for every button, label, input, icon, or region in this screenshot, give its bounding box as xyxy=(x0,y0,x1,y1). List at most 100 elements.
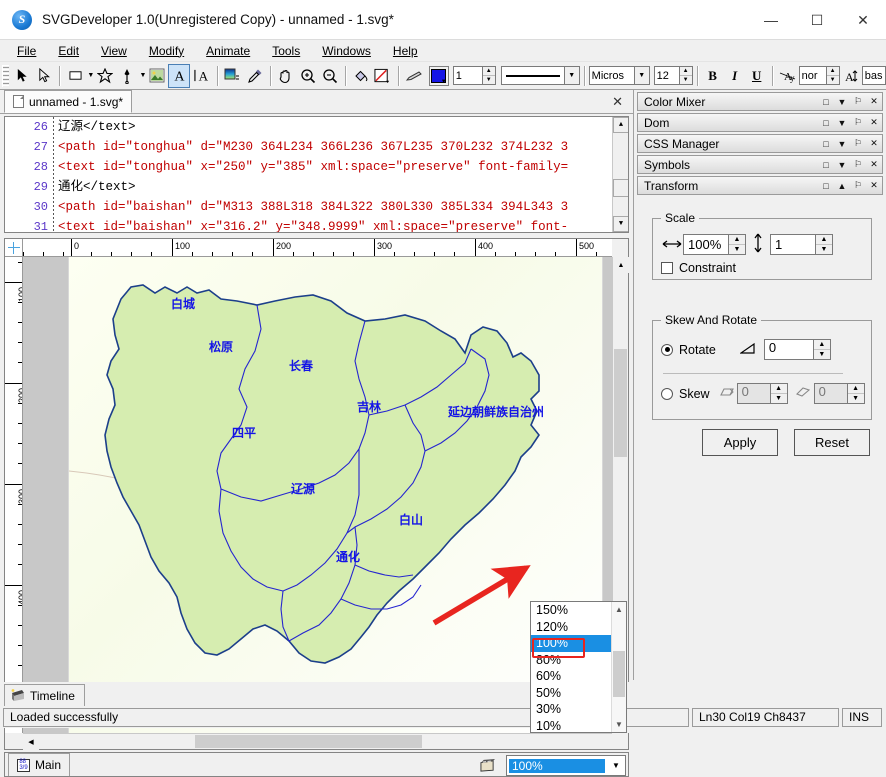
menu-tools[interactable]: Tools xyxy=(261,42,311,60)
zoom-option-60[interactable]: 60% xyxy=(531,668,611,685)
underline-button[interactable]: U xyxy=(747,65,767,87)
zoom-dropdown-scroll-thumb[interactable] xyxy=(613,651,625,697)
eyedropper-icon[interactable] xyxy=(244,65,264,87)
code-editor[interactable]: 26 27 28 29 30 31 32 辽源</text> <path id=… xyxy=(4,116,629,233)
zoom-level-chevron-down-icon[interactable]: ▼ xyxy=(607,756,625,775)
panel-header-color-mixer[interactable]: Color Mixer □ ▼ ⚐ ✕ xyxy=(637,92,883,111)
scale-x-input[interactable]: 100% xyxy=(683,234,729,255)
line-style-combo[interactable]: ▼ xyxy=(501,66,580,85)
star-tool-icon[interactable] xyxy=(95,65,115,87)
baseline-input[interactable]: bas xyxy=(862,66,886,85)
main-scene-tab[interactable]: 883/9 Main xyxy=(8,753,70,776)
svg-page[interactable]: 白城 松原 长春 四平 吉林 延边朝鲜族自治州 辽源 白山 通化 xyxy=(69,257,602,733)
skew-radio[interactable] xyxy=(661,388,673,400)
panel-pin-icon[interactable]: ⚐ xyxy=(850,94,866,109)
panel-maximize-icon[interactable]: □ xyxy=(818,157,834,172)
panel-close-icon[interactable]: ✕ xyxy=(866,157,882,172)
panel-collapse-chevron-icon[interactable]: ▼ xyxy=(834,94,850,109)
pen-tool-icon[interactable] xyxy=(117,65,137,87)
zoom-in-icon[interactable] xyxy=(297,65,317,87)
menu-file[interactable]: File xyxy=(6,42,47,60)
zoom-dropdown-list[interactable]: 150% 120% 100% 80% 60% 50% 30% 10% ▲ ▼ xyxy=(530,601,627,733)
document-tab[interactable]: unnamed - 1.svg* xyxy=(4,90,132,113)
zoom-option-150[interactable]: 150% xyxy=(531,602,611,619)
panel-close-icon[interactable]: ✕ xyxy=(866,115,882,130)
pen-tool-chevron-down-icon[interactable]: ▼ xyxy=(139,72,146,79)
code-scroll-down-icon[interactable]: ▼ xyxy=(613,216,629,232)
zoom-option-10[interactable]: 10% xyxy=(531,718,611,735)
fill-color-swatch[interactable]: ▼ xyxy=(429,66,449,86)
scene-editor-icon[interactable] xyxy=(474,756,500,774)
zoom-option-50[interactable]: 50% xyxy=(531,685,611,702)
panel-close-icon[interactable]: ✕ xyxy=(866,136,882,151)
rotate-radio[interactable] xyxy=(661,344,673,356)
menu-animate[interactable]: Animate xyxy=(195,42,261,60)
menu-edit[interactable]: Edit xyxy=(47,42,90,60)
zoom-option-120[interactable]: 120% xyxy=(531,619,611,636)
panel-maximize-icon[interactable]: □ xyxy=(818,136,834,151)
code-scroll-thumb[interactable] xyxy=(613,179,629,197)
minimize-button[interactable]: — xyxy=(748,0,794,40)
svg-canvas[interactable]: 白城 松原 长春 四平 吉林 延边朝鲜族自治州 辽源 白山 通化 xyxy=(23,257,612,733)
zoom-dropdown-scroll-up-icon[interactable]: ▲ xyxy=(612,602,626,617)
panel-header-symbols[interactable]: Symbols □ ▼ ⚐ ✕ xyxy=(637,155,883,174)
panel-maximize-icon[interactable]: □ xyxy=(818,115,834,130)
document-tab-close-icon[interactable]: ✕ xyxy=(612,94,623,110)
canvas-vertical-scroll-thumb[interactable] xyxy=(614,349,627,457)
panel-collapse-chevron-icon[interactable]: ▼ xyxy=(834,136,850,151)
ruler-origin-icon[interactable] xyxy=(5,239,23,257)
code-lines[interactable]: 辽源</text> <path id="tonghua" d="M230 364… xyxy=(58,117,610,232)
font-family-combo[interactable]: Micros ▼ xyxy=(589,66,650,85)
zoom-dropdown-scrollbar[interactable]: ▲ ▼ xyxy=(611,602,626,732)
no-fill-icon[interactable] xyxy=(373,65,393,87)
select-arrow-icon[interactable] xyxy=(12,65,32,87)
font-size-input[interactable]: 12 xyxy=(654,66,680,85)
text-tool-icon[interactable]: A xyxy=(169,65,189,87)
stroke-width-stepper[interactable]: ▲▼ xyxy=(483,66,496,85)
bold-button[interactable]: B xyxy=(703,65,723,87)
zoom-level-combobox[interactable]: 100% ▼ xyxy=(506,755,626,776)
constraint-checkbox[interactable] xyxy=(661,262,673,274)
jilin-map-svg[interactable] xyxy=(69,257,602,733)
panel-maximize-icon[interactable]: □ xyxy=(818,94,834,109)
zoom-option-30[interactable]: 30% xyxy=(531,701,611,718)
panel-pin-icon[interactable]: ⚐ xyxy=(850,115,866,130)
image-tool-icon[interactable] xyxy=(147,65,167,87)
panel-maximize-icon[interactable]: □ xyxy=(818,178,834,193)
pencil-icon[interactable] xyxy=(403,65,423,87)
reset-button[interactable]: Reset xyxy=(794,429,870,456)
panel-collapse-chevron-icon[interactable]: ▲ xyxy=(834,178,850,193)
canvas-scroll-left-icon[interactable]: ◀ xyxy=(23,734,39,750)
zoom-out-icon[interactable] xyxy=(320,65,340,87)
panel-pin-icon[interactable]: ⚐ xyxy=(850,178,866,193)
canvas-horizontal-scroll-thumb[interactable] xyxy=(195,735,422,748)
menu-windows[interactable]: Windows xyxy=(311,42,382,60)
rotate-stepper[interactable]: ▲▼ xyxy=(814,339,831,360)
toolbar-grip[interactable] xyxy=(2,65,9,87)
canvas-horizontal-scrollbar[interactable]: ◀ xyxy=(23,733,612,749)
maximize-button[interactable]: ☐ xyxy=(794,0,840,40)
font-family-chevron-down-icon[interactable]: ▼ xyxy=(635,66,650,85)
panel-header-transform[interactable]: Transform □ ▲ ⚐ ✕ xyxy=(637,176,883,195)
close-button[interactable]: ✕ xyxy=(840,0,886,40)
panel-header-css-manager[interactable]: CSS Manager □ ▼ ⚐ ✕ xyxy=(637,134,883,153)
font-size-stepper[interactable]: ▲▼ xyxy=(680,66,693,85)
code-scroll-up-icon[interactable]: ▲ xyxy=(613,117,629,133)
scale-y-input[interactable]: 1 xyxy=(770,234,816,255)
text-decoration-input[interactable]: nor xyxy=(799,66,827,85)
text-orientation-icon[interactable]: A xyxy=(191,65,211,87)
panel-header-dom[interactable]: Dom □ ▼ ⚐ ✕ xyxy=(637,113,883,132)
zoom-dropdown-scroll-down-icon[interactable]: ▼ xyxy=(612,717,626,732)
italic-button[interactable]: I xyxy=(725,65,745,87)
gradient-tool-icon[interactable] xyxy=(222,65,242,87)
canvas-scroll-up-icon[interactable]: ▲ xyxy=(613,257,629,273)
panel-collapse-chevron-icon[interactable]: ▼ xyxy=(834,157,850,172)
subselect-arrow-icon[interactable] xyxy=(34,65,54,87)
panel-pin-icon[interactable]: ⚐ xyxy=(850,136,866,151)
code-vertical-scrollbar[interactable]: ▲ ▼ xyxy=(612,117,628,232)
rectangle-tool-chevron-down-icon[interactable]: ▼ xyxy=(87,72,94,79)
menu-modify[interactable]: Modify xyxy=(138,42,195,60)
scale-y-stepper[interactable]: ▲▼ xyxy=(816,234,833,255)
rectangle-tool-icon[interactable] xyxy=(65,65,85,87)
panel-close-icon[interactable]: ✕ xyxy=(866,94,882,109)
